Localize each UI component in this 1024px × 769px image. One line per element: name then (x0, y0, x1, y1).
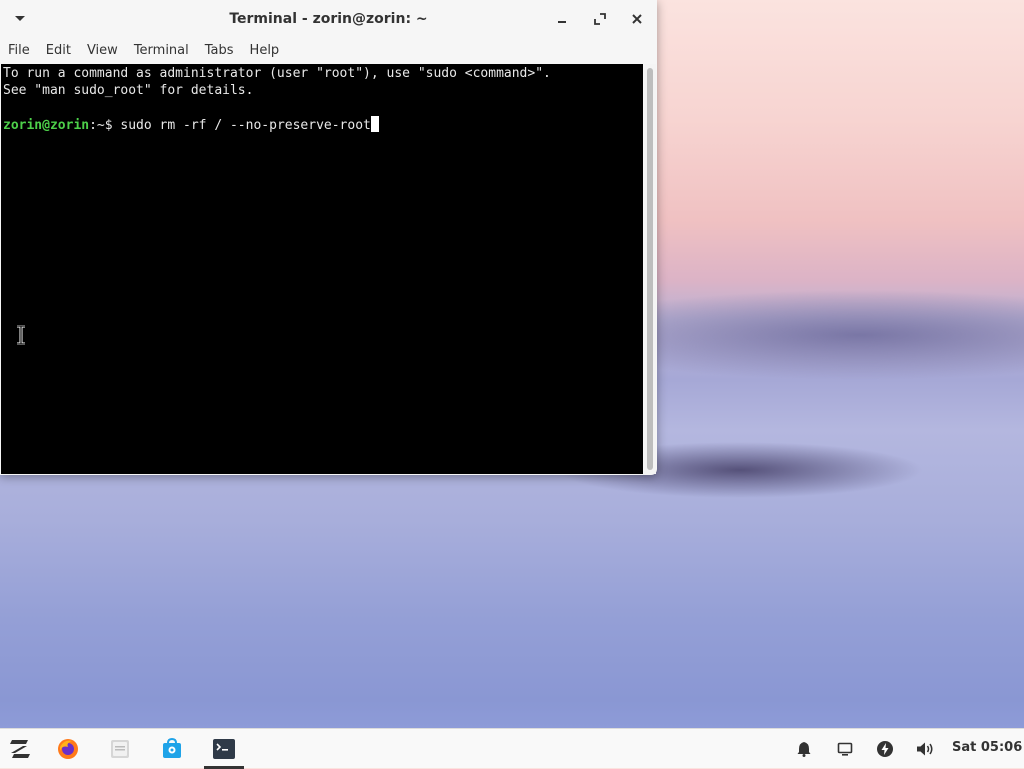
scroll-thumb[interactable] (647, 68, 653, 470)
power-icon[interactable] (873, 737, 897, 761)
text-cursor (370, 116, 379, 132)
ibeam-cursor-icon (16, 324, 26, 346)
window-title: Terminal - zorin@zorin: ~ (229, 11, 428, 27)
close-icon[interactable] (625, 8, 649, 30)
bell-icon[interactable] (792, 737, 816, 761)
prompt-path: :~$ (89, 118, 121, 133)
menu-edit[interactable]: Edit (38, 40, 79, 62)
taskbar: Sat 05:06 (0, 728, 1024, 769)
display-icon[interactable] (833, 737, 857, 761)
terminal-line: To run a command as administrator (user … (3, 66, 551, 81)
menu-help[interactable]: Help (242, 40, 288, 62)
maximize-icon[interactable] (588, 8, 612, 30)
scrollbar[interactable] (644, 64, 656, 474)
volume-icon[interactable] (913, 737, 937, 761)
menu-tabs[interactable]: Tabs (197, 40, 242, 62)
terminal-window[interactable]: Terminal - zorin@zorin: ~ File Edit View… (0, 0, 657, 475)
terminal-icon[interactable] (208, 733, 240, 765)
titlebar[interactable]: Terminal - zorin@zorin: ~ (0, 0, 657, 38)
menu-terminal[interactable]: Terminal (126, 40, 197, 62)
files-icon[interactable] (104, 733, 136, 765)
software-store-icon[interactable] (156, 733, 188, 765)
terminal-output[interactable]: To run a command as administrator (user … (1, 64, 643, 474)
menu-view[interactable]: View (79, 40, 126, 62)
command-text: sudo rm -rf / --no-preserve-root (120, 118, 371, 133)
prompt-line: zorin@zorin:~$ sudo rm -rf / --no-preser… (3, 116, 379, 133)
zorin-menu-icon[interactable] (4, 733, 36, 765)
minimize-icon[interactable] (550, 8, 574, 30)
menubar: File Edit View Terminal Tabs Help (0, 40, 287, 62)
menu-file[interactable]: File (0, 40, 38, 62)
prompt-user: zorin@zorin (3, 118, 90, 133)
terminal-line: See "man sudo_root" for details. (3, 83, 254, 98)
firefox-icon[interactable] (52, 733, 84, 765)
clock[interactable]: Sat 05:06 (952, 740, 1022, 755)
window-menu-chevron-icon[interactable] (8, 8, 32, 30)
